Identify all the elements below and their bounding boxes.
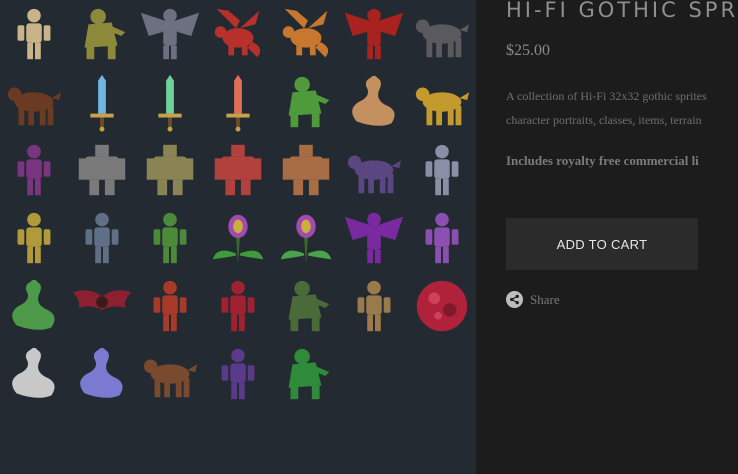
blue-sword-icon <box>90 74 114 132</box>
sprite-dire-rat <box>340 136 408 204</box>
succubus-icon <box>344 212 404 264</box>
steel-knight-icon <box>85 212 119 264</box>
man-eater-plant-icon <box>212 214 264 264</box>
orange-dragon-icon <box>282 8 329 58</box>
purple-knight-icon <box>17 144 51 196</box>
sprite-green-lizardman <box>272 340 340 408</box>
sprite-orc-warrior <box>136 204 204 272</box>
bone-centipede-icon <box>80 347 123 398</box>
reaper-icon <box>153 280 187 332</box>
sprite-sorcerer <box>408 204 476 272</box>
swamp-ghoul-icon <box>84 8 126 60</box>
sprite-medusa <box>0 272 68 340</box>
dire-rat-icon <box>347 155 402 194</box>
dark-elf-icon <box>221 348 255 400</box>
vampire-lord-icon <box>221 280 255 332</box>
product-details-panel: HI-FI GOTHIC SPR $25.00 A collection of … <box>476 0 738 474</box>
description-line: character portraits, classes, items, ter… <box>506 113 702 127</box>
license-note: Includes royalty free commercial li <box>506 153 699 168</box>
werebeast-icon <box>288 280 330 332</box>
sorcerer-icon <box>425 212 459 264</box>
green-lizardman-icon <box>288 348 330 400</box>
sprite-naga-warrior <box>340 68 408 136</box>
horned-gargoyle-icon <box>140 8 200 60</box>
stone-golem-icon <box>146 144 194 196</box>
share-link[interactable]: Share <box>506 291 560 308</box>
sprite-reaper <box>136 272 204 340</box>
sprite-red-dragon <box>204 0 272 68</box>
sprite-vampire-bat <box>68 272 136 340</box>
sprite-man-eater-plant <box>204 204 272 272</box>
sprite-green-sword <box>136 68 204 136</box>
sprite-red-sword <box>204 68 272 136</box>
product-price: $25.00 <box>506 42 550 59</box>
sprite-stone-golem <box>136 136 204 204</box>
share-label: Share <box>530 291 560 307</box>
sprite-steel-knight <box>68 204 136 272</box>
sprite-iron-golem <box>68 136 136 204</box>
sprite-hellhound <box>136 340 204 408</box>
skeleton-icon <box>17 8 51 60</box>
red-demon-icon <box>344 8 404 60</box>
product-image-gallery <box>0 0 476 474</box>
medusa-icon <box>12 279 55 330</box>
orc-warrior-icon <box>153 212 187 264</box>
sprite-vampire-lord <box>204 272 272 340</box>
mummy-icon <box>357 280 391 332</box>
naga-warrior-icon <box>352 75 395 126</box>
description-line: A collection of Hi-Fi 32x32 gothic sprit… <box>506 89 707 103</box>
chimera-lion-icon <box>415 87 470 126</box>
product-description: A collection of Hi-Fi 32x32 gothic sprit… <box>506 84 707 132</box>
flesh-orb-icon <box>416 280 468 332</box>
sprite-swamp-ghoul <box>68 0 136 68</box>
flail-knight-icon <box>425 144 459 196</box>
add-to-cart-button[interactable]: ADD TO CART <box>506 218 698 270</box>
sprite-bone-centipede <box>68 340 136 408</box>
clay-golem-icon <box>282 144 330 196</box>
sprite-werebeast <box>272 272 340 340</box>
venus-flytrap-icon <box>280 214 332 264</box>
sprite-succubus <box>340 204 408 272</box>
flesh-golem-icon <box>214 144 262 196</box>
sprite-orange-dragon <box>272 0 340 68</box>
sprite-purple-knight <box>0 136 68 204</box>
share-icon <box>506 291 523 308</box>
sprite-flail-knight <box>408 136 476 204</box>
green-sword-icon <box>158 74 182 132</box>
vampire-bat-icon <box>72 290 132 310</box>
sprite-skeleton <box>0 0 68 68</box>
sprite-brown-horse <box>0 68 68 136</box>
sprite-bone-wyrm <box>0 340 68 408</box>
sprite-gold-knight <box>0 204 68 272</box>
red-dragon-icon <box>214 8 261 58</box>
sprite-horned-gargoyle <box>136 0 204 68</box>
brown-horse-icon <box>7 87 62 126</box>
gold-knight-icon <box>17 212 51 264</box>
sprite-red-demon <box>340 0 408 68</box>
red-sword-icon <box>226 74 250 132</box>
sprite-clay-golem <box>272 136 340 204</box>
product-title: HI-FI GOTHIC SPR <box>506 0 738 22</box>
sprite-mummy <box>340 272 408 340</box>
grey-wolf-icon <box>415 19 470 58</box>
bone-wyrm-icon <box>12 347 55 398</box>
sprite-flesh-golem <box>204 136 272 204</box>
sprite-chimera-lion <box>408 68 476 136</box>
sprite-venus-flytrap <box>272 204 340 272</box>
mantis-icon <box>288 76 330 128</box>
iron-golem-icon <box>78 144 126 196</box>
sprite-sheet-grid <box>0 0 476 408</box>
hellhound-icon <box>143 359 198 398</box>
sprite-blue-sword <box>68 68 136 136</box>
sprite-flesh-orb <box>408 272 476 340</box>
sprite-grey-wolf <box>408 0 476 68</box>
sprite-dark-elf <box>204 340 272 408</box>
sprite-mantis <box>272 68 340 136</box>
